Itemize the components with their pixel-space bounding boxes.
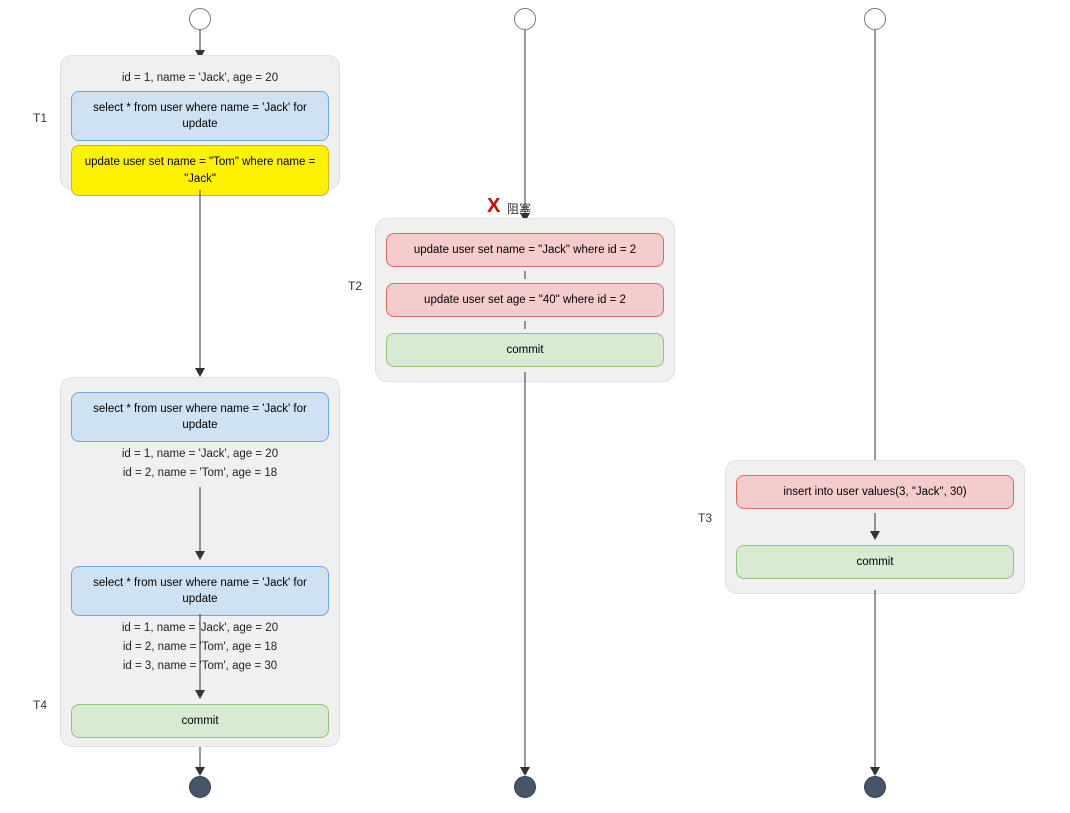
sql-commit-t2: commit <box>386 333 664 367</box>
end-node-3 <box>864 776 886 798</box>
group-t1: T1 id = 1, name = 'Jack', age = 20 selec… <box>60 55 340 190</box>
group-label-t2: T2 <box>348 279 362 293</box>
annotation-initial-row: id = 1, name = 'Jack', age = 20 <box>71 70 329 87</box>
blocking-x-icon: X <box>487 195 500 218</box>
sql-select-for-update-2: select * from user where name = 'Jack' f… <box>71 392 329 442</box>
sql-update-age-40: update user set age = "40" where id = 2 <box>386 283 664 317</box>
group-label-t3: T3 <box>698 511 712 525</box>
end-node-1 <box>189 776 211 798</box>
start-node-2 <box>514 8 536 30</box>
annotation-result-1-line1: id = 1, name = 'Jack', age = 20 <box>71 446 329 463</box>
end-node-2 <box>514 776 536 798</box>
sql-select-for-update-3: select * from user where name = 'Jack' f… <box>71 566 329 616</box>
group-t4: T4 select * from user where name = 'Jack… <box>60 377 340 747</box>
sql-update-name-tom: update user set name = "Tom" where name … <box>71 145 329 195</box>
sql-update-name-jack: update user set name = "Jack" where id =… <box>386 233 664 267</box>
annotation-result-1-line2: id = 2, name = 'Tom', age = 18 <box>71 465 329 482</box>
group-t2: T2 update user set name = "Jack" where i… <box>375 218 675 382</box>
sql-select-for-update-1: select * from user where name = 'Jack' f… <box>71 91 329 141</box>
group-t3: T3 insert into user values(3, "Jack", 30… <box>725 460 1025 594</box>
sql-commit-t4: commit <box>71 704 329 738</box>
group-label-t1: T1 <box>33 111 47 125</box>
start-node-1 <box>189 8 211 30</box>
sql-insert-user: insert into user values(3, "Jack", 30) <box>736 475 1014 509</box>
start-node-3 <box>864 8 886 30</box>
blocking-label: 阻塞 <box>507 200 531 217</box>
sql-commit-t3: commit <box>736 545 1014 579</box>
group-label-t4: T4 <box>33 698 47 712</box>
